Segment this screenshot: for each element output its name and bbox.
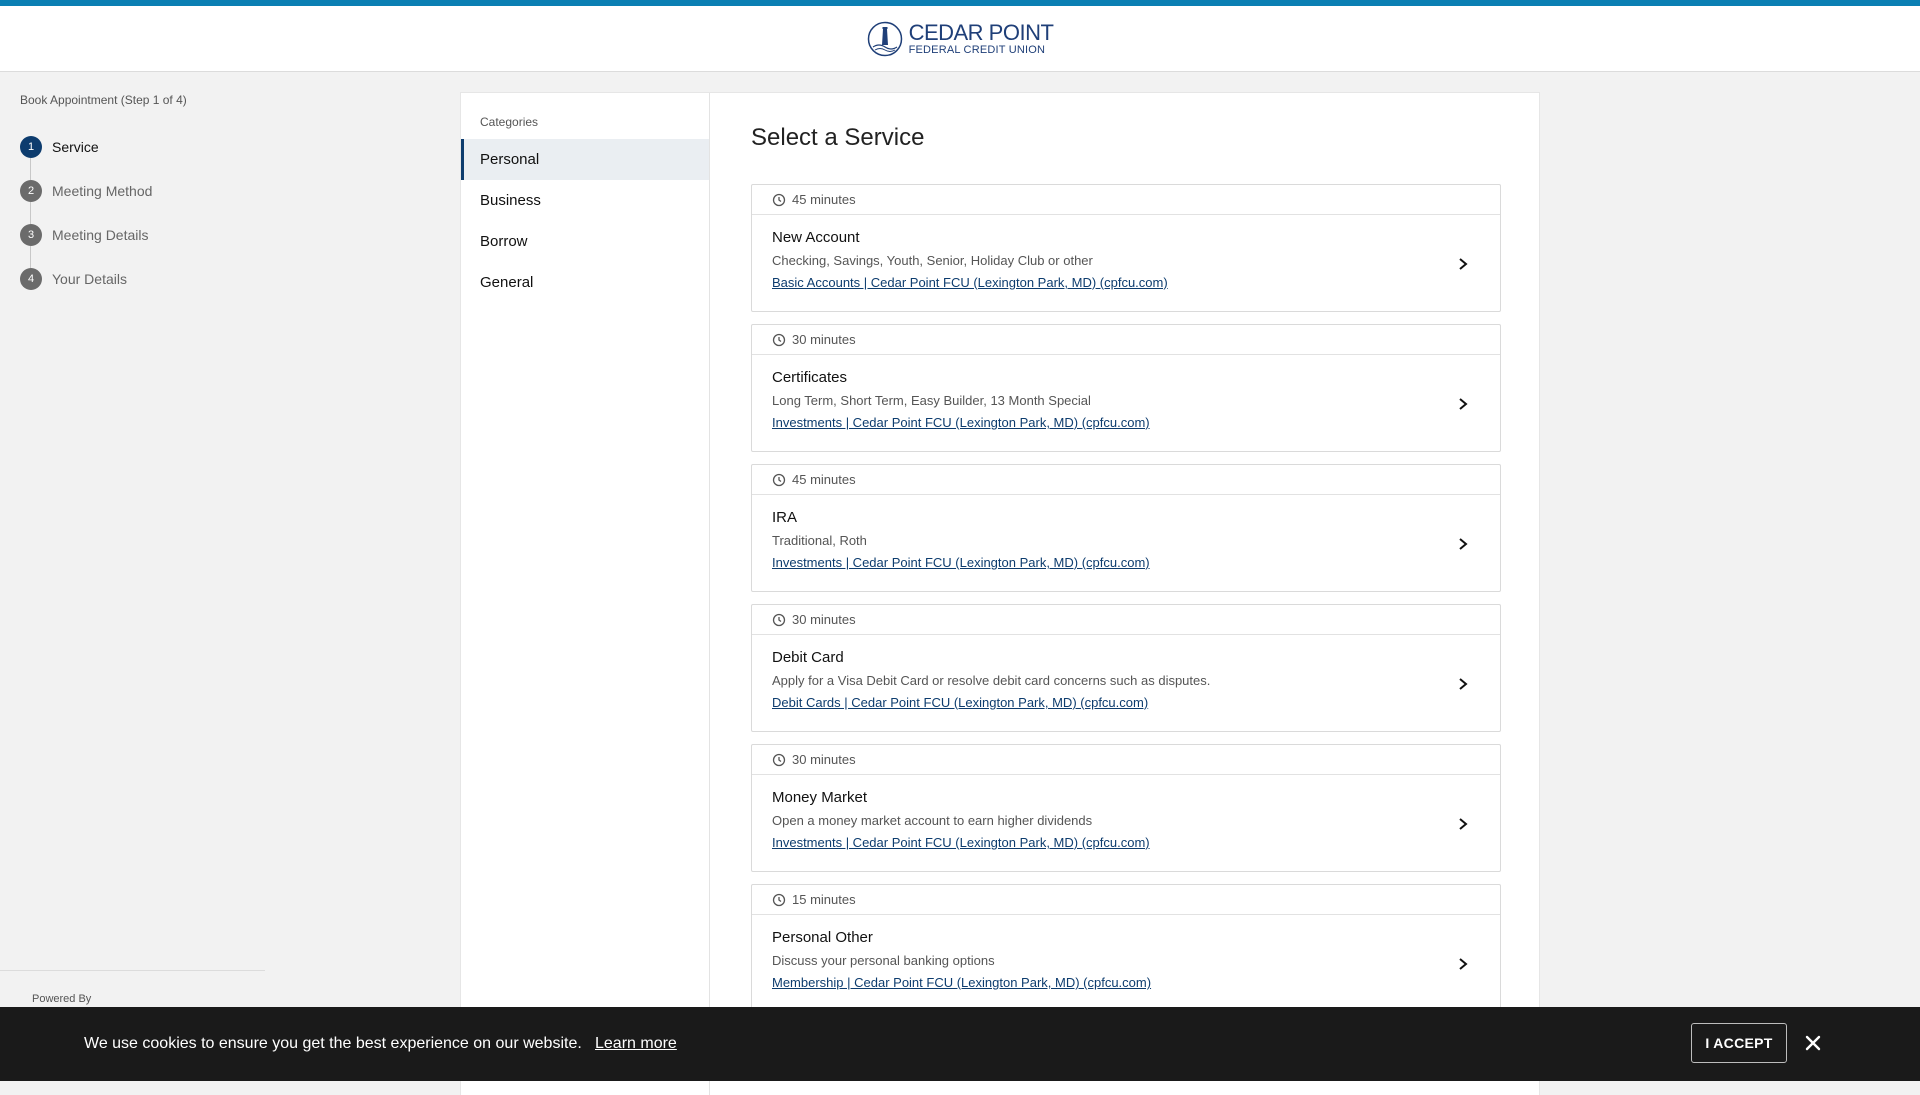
duration-text: 45 minutes [792,472,856,487]
service-name: Personal Other [772,929,873,946]
cookie-banner: We use cookies to ensure you get the bes… [0,1007,1920,1081]
service-card-debit-card[interactable]: 30 minutes Debit Card Apply for a Visa D… [751,604,1501,732]
site-header: CEDAR POINT FEDERAL CREDIT UNION [0,6,1920,72]
service-description: Discuss your personal banking options [772,953,995,968]
category-borrow[interactable]: Borrow [461,221,709,262]
clock-icon [772,753,786,766]
cedar-point-logo[interactable]: CEDAR POINT FEDERAL CREDIT UNION [867,21,1054,57]
chevron-right-icon [1459,258,1468,270]
logo-name: CEDAR POINT [908,19,1054,45]
accept-cookies-button[interactable]: I ACCEPT [1691,1023,1787,1063]
service-info-link[interactable]: Investments | Cedar Point FCU (Lexington… [772,415,1150,430]
chevron-right-icon [1459,538,1468,550]
service-info-link[interactable]: Investments | Cedar Point FCU (Lexington… [772,555,1150,570]
lighthouse-logo-icon [867,21,902,56]
step-label: Meeting Details [52,227,149,243]
learn-more-link[interactable]: Learn more [595,1035,677,1053]
step-meeting-method[interactable]: 2 Meeting Method [20,169,153,224]
service-card-certificates[interactable]: 30 minutes Certificates Long Term, Short… [751,324,1501,452]
logo-subtitle: FEDERAL CREDIT UNION [908,43,1046,56]
service-description: Checking, Savings, Youth, Senior, Holida… [772,253,1093,268]
step-label: Your Details [52,271,127,287]
service-info-link[interactable]: Debit Cards | Cedar Point FCU (Lexington… [772,695,1148,710]
service-duration: 30 minutes [752,325,1500,355]
chevron-right-icon [1459,398,1468,410]
service-info-link[interactable]: Membership | Cedar Point FCU (Lexington … [772,975,1151,990]
close-icon[interactable] [1803,1033,1823,1053]
step-title: Book Appointment (Step 1 of 4) [20,93,187,107]
chevron-right-icon [1459,958,1468,970]
service-description: Open a money market account to earn high… [772,813,1093,828]
service-name: Debit Card [772,649,844,666]
service-name: IRA [772,509,798,526]
service-description: Long Term, Short Term, Easy Builder, 13 … [772,393,1091,408]
service-duration: 15 minutes [752,885,1500,915]
service-card-money-market[interactable]: 30 minutes Money Market Open a money mar… [751,744,1501,872]
service-list: 45 minutes New Account Checking, Savings… [751,184,1501,1024]
service-name: Certificates [772,369,848,386]
chevron-right-icon [1459,818,1468,830]
service-description: Traditional, Roth [772,533,867,548]
panel-divider [0,970,265,971]
clock-icon [772,473,786,486]
step-label: Meeting Method [52,183,153,199]
step-number: 3 [20,224,42,246]
booking-steps-panel: Book Appointment (Step 1 of 4) 1 Service… [0,73,265,1095]
service-description: Apply for a Visa Debit Card or resolve d… [772,673,1211,688]
category-personal[interactable]: Personal [461,139,709,180]
step-meeting-details[interactable]: 3 Meeting Details [20,213,152,268]
step-number: 1 [20,136,42,158]
service-duration: 45 minutes [752,185,1500,215]
clock-icon [772,893,786,906]
service-selection-card: Categories Personal Business Borrow Gene… [460,92,1540,1095]
clock-icon [772,333,786,346]
step-label: Service [52,139,99,155]
service-duration: 30 minutes [752,745,1500,775]
category-list: Personal Business Borrow General [461,139,709,303]
clock-icon [772,193,786,206]
service-info-link[interactable]: Basic Accounts | Cedar Point FCU (Lexing… [772,275,1168,290]
duration-text: 30 minutes [792,612,856,627]
step-number: 4 [20,268,42,290]
powered-by-label: Powered By [32,993,92,1005]
service-card-ira[interactable]: 45 minutes IRA Traditional, Roth Investm… [751,464,1501,592]
step-number: 2 [20,180,42,202]
duration-text: 30 minutes [792,752,856,767]
service-duration: 30 minutes [752,605,1500,635]
chevron-right-icon [1459,678,1468,690]
step-service[interactable]: 1 Service [20,125,152,180]
categories-heading: Categories [480,115,539,129]
service-name: Money Market [772,789,868,806]
step-your-details[interactable]: 4 Your Details [20,257,152,301]
service-name: New Account [772,229,860,246]
service-card-personal-other[interactable]: 15 minutes Personal Other Discuss your p… [751,884,1501,1012]
duration-text: 30 minutes [792,332,856,347]
categories-panel: Categories Personal Business Borrow Gene… [461,93,710,1095]
duration-text: 15 minutes [792,892,856,907]
page-title: Select a Service [751,124,925,151]
clock-icon [772,613,786,626]
service-duration: 45 minutes [752,465,1500,495]
service-card-new-account[interactable]: 45 minutes New Account Checking, Savings… [751,184,1501,312]
service-info-link[interactable]: Investments | Cedar Point FCU (Lexington… [772,835,1150,850]
category-business[interactable]: Business [461,180,709,221]
cookie-message: We use cookies to ensure you get the bes… [84,1035,582,1052]
duration-text: 45 minutes [792,192,856,207]
category-general[interactable]: General [461,262,709,303]
step-list: 1 Service 2 Meeting Method 3 Meeting Det… [20,125,152,301]
